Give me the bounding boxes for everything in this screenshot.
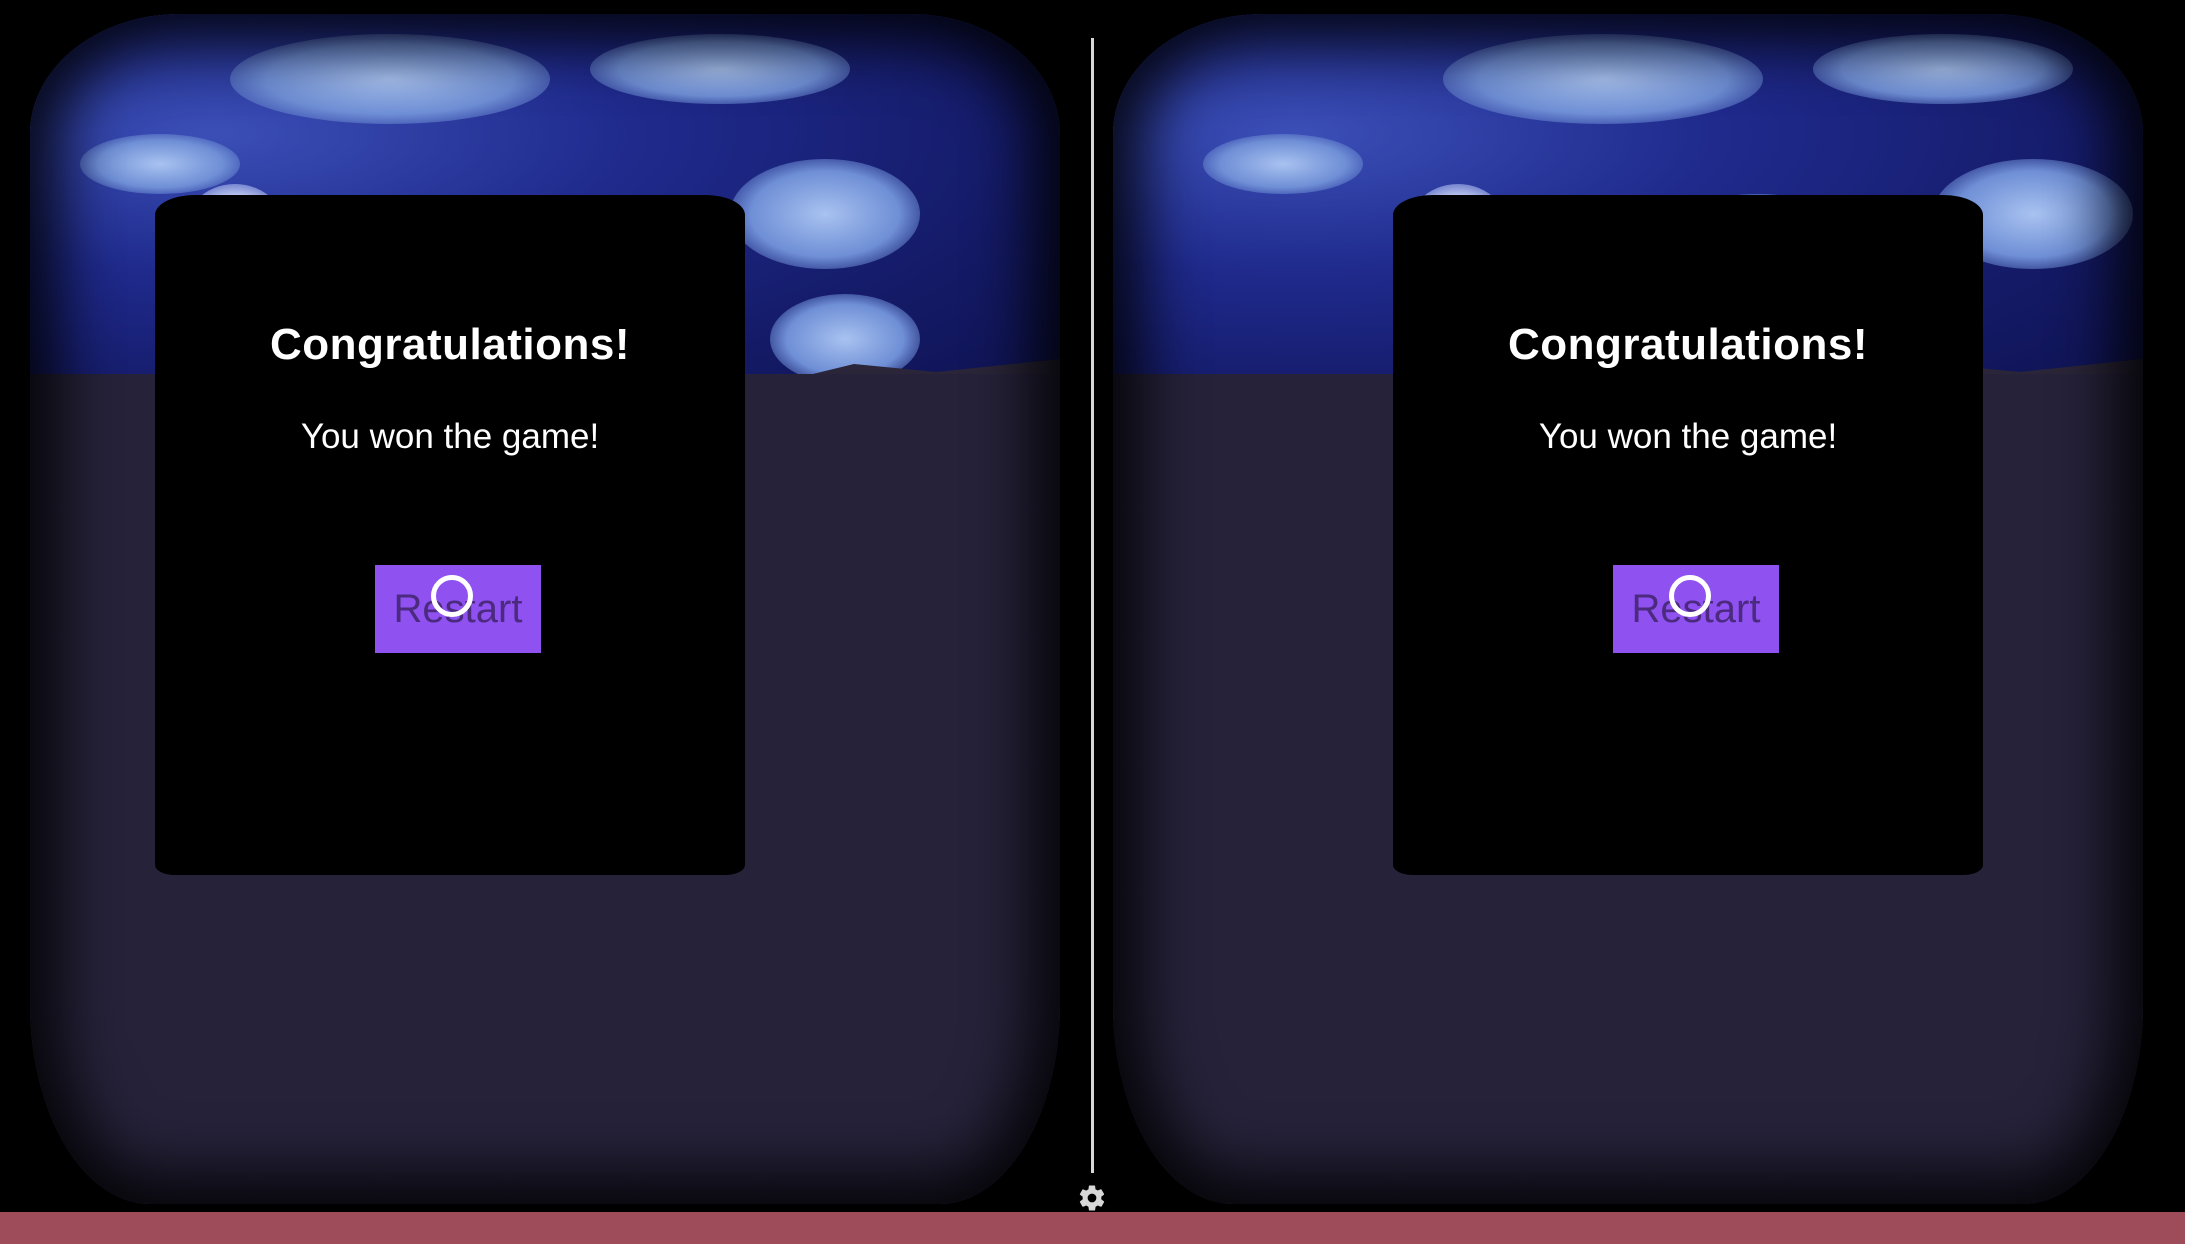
win-dialog: Congratulations! You won the game! Resta…	[1393, 195, 1983, 875]
dialog-message: You won the game!	[1538, 417, 1838, 456]
cloud	[1443, 34, 1763, 124]
restart-button[interactable]: Restart	[375, 565, 541, 653]
win-dialog: Congratulations! You won the game! Resta…	[155, 195, 745, 875]
left-eye-view: Congratulations! You won the game! Resta…	[0, 0, 1092, 1212]
vr-stereo-view: Congratulations! You won the game! Resta…	[0, 0, 2185, 1244]
cloud	[1203, 134, 1363, 194]
cloud	[730, 159, 920, 269]
cloud	[80, 134, 240, 194]
cloud	[1813, 34, 2073, 104]
eye-divider	[1091, 38, 1094, 1173]
cloud	[230, 34, 550, 124]
bottom-bar	[0, 1212, 2185, 1244]
dialog-title: Congratulations!	[270, 320, 630, 369]
gear-icon[interactable]	[1077, 1183, 1107, 1213]
restart-button[interactable]: Restart	[1613, 565, 1779, 653]
cloud	[590, 34, 850, 104]
dialog-message: You won the game!	[300, 417, 600, 456]
right-eye-view: Congratulations! You won the game! Resta…	[1093, 0, 2185, 1212]
dialog-title: Congratulations!	[1508, 320, 1868, 369]
